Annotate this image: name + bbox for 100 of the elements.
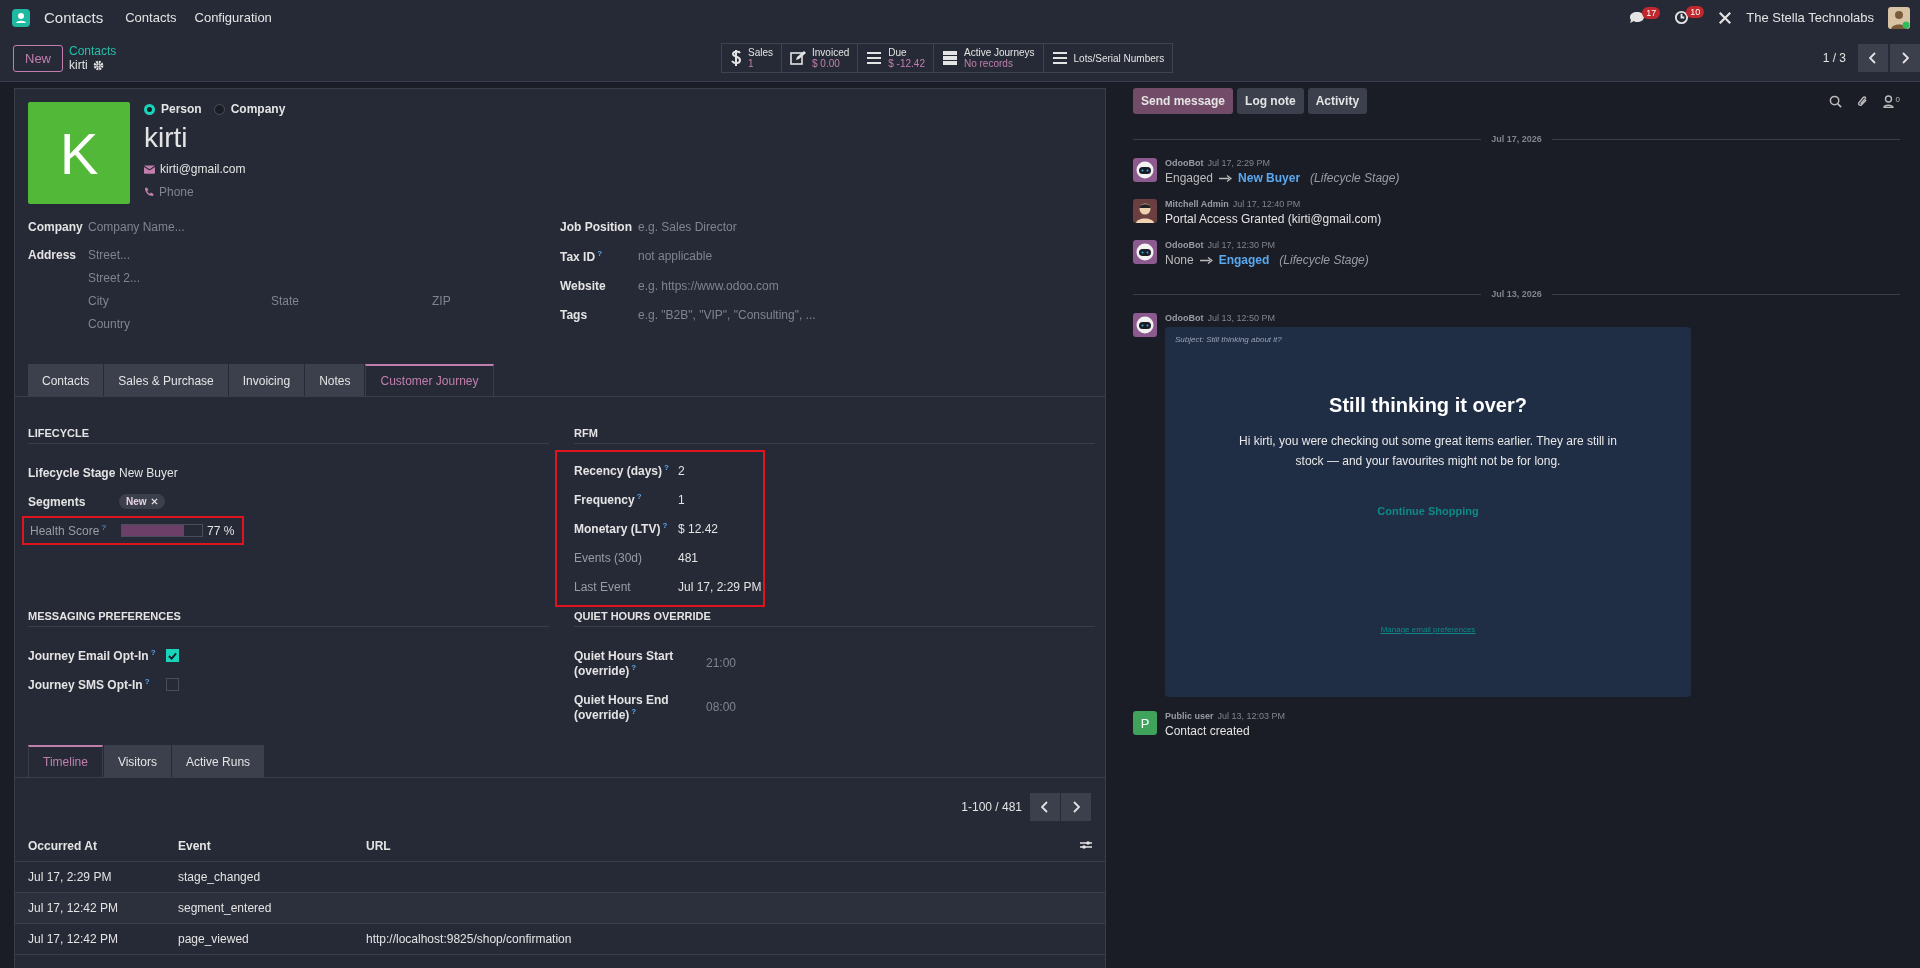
input-field[interactable]: not applicable <box>638 249 713 264</box>
type-radio[interactable]: Person <box>144 102 202 116</box>
smart-button[interactable]: Invoiced $ 0.00 <box>782 44 859 72</box>
company-field[interactable]: Company Name... <box>88 220 185 234</box>
email-body: Hi kirti, you were checking out some great items earlier. They are still in stock — and your favourites might not be for long. <box>1238 433 1618 470</box>
notebook-tab[interactable]: Notes <box>305 364 365 396</box>
remove-icon[interactable] <box>150 498 158 505</box>
city-field[interactable]: City <box>88 294 271 308</box>
chevron-left-icon <box>1041 801 1049 813</box>
dollar-icon <box>730 49 742 67</box>
field-value: $ 12.42 <box>678 521 719 536</box>
smart-button[interactable]: Sales 1 <box>722 44 782 72</box>
section-heading: RFM <box>574 427 1095 444</box>
continue-shopping-link[interactable]: Continue Shopping <box>1377 505 1479 517</box>
table-cell: segment_entered <box>178 901 272 915</box>
manage-preferences-link[interactable]: Manage email preferences <box>1380 625 1476 634</box>
chat-icon[interactable] <box>1629 10 1646 25</box>
clock-icon[interactable] <box>1674 10 1690 25</box>
pager-value: 1 / 3 <box>1822 51 1846 65</box>
smart-button[interactable]: Due $ -12.42 <box>858 44 934 72</box>
menu-item[interactable]: Contacts <box>125 10 177 25</box>
input-field[interactable]: e.g. Sales Director <box>638 220 737 234</box>
sliders-icon[interactable] <box>1080 840 1092 850</box>
field-label: Monetary (LTV)$^{?}$ <box>574 521 669 536</box>
state-field[interactable]: State <box>271 294 432 308</box>
chatter-button[interactable]: Log note <box>1237 88 1304 114</box>
email-field[interactable]: kirti@gmail.com <box>160 162 246 176</box>
pager-value: 1-100 / 481 <box>961 800 1022 814</box>
column-header[interactable]: Event <box>165 831 353 862</box>
field-label: Last Event <box>574 579 632 594</box>
message-author[interactable]: OdooBot <box>1165 240 1204 250</box>
phone-icon <box>144 187 154 197</box>
contact-name[interactable]: kirti <box>144 122 286 154</box>
menu-item[interactable]: Configuration <box>194 10 272 25</box>
notebook-tab[interactable]: Contacts <box>28 364 104 396</box>
phone-field[interactable]: Phone <box>159 185 194 199</box>
checkbox[interactable] <box>166 678 179 691</box>
company-name[interactable]: The Stella Technolabs <box>1746 10 1874 25</box>
new-button[interactable]: New <box>13 44 63 72</box>
activity-count-badge: 10 <box>1686 6 1705 18</box>
field-value: 2 <box>678 463 685 478</box>
input-field[interactable]: e.g. https://www.odoo.com <box>638 279 779 293</box>
search-icon[interactable] <box>1828 94 1842 108</box>
message-time: Jul 13, 12:50 PM <box>1207 313 1276 323</box>
person-icon[interactable] <box>1882 94 1894 108</box>
column-header[interactable]: Occurred At <box>15 831 165 862</box>
type-radio[interactable]: Company <box>213 102 286 116</box>
zip-field[interactable]: ZIP <box>432 294 451 308</box>
table-cell: http://localhost:9825/shop/confirmation <box>366 932 572 946</box>
message-author[interactable]: Public user <box>1165 711 1214 721</box>
notebook-tab[interactable]: Invoicing <box>228 364 305 396</box>
smart-button[interactable]: Active Journeys No records <box>933 44 1044 72</box>
new-value: New Buyer <box>1238 171 1301 185</box>
notebook-tab[interactable]: Visitors <box>103 745 172 777</box>
time-field[interactable]: 08:00 <box>706 700 737 714</box>
message-author[interactable]: OdooBot <box>1165 158 1204 168</box>
notebook-tab[interactable]: Sales & Purchase <box>104 364 228 396</box>
breadcrumb-link[interactable]: Contacts <box>69 44 117 58</box>
arrow-icon <box>1199 256 1213 264</box>
next-button[interactable] <box>1890 44 1920 72</box>
chatter-button[interactable]: Activity <box>1307 88 1368 114</box>
app-name[interactable]: Contacts <box>44 9 104 26</box>
checkbox[interactable] <box>166 649 179 662</box>
message-author[interactable]: OdooBot <box>1165 313 1204 323</box>
section-heading: MESSAGING PREFERENCES <box>28 610 549 627</box>
message-text: Contact created <box>1165 724 1251 738</box>
notebook-tab[interactable]: Timeline <box>28 745 103 777</box>
smart-button[interactable]: Lots/Serial Numbers <box>1043 44 1173 72</box>
next-button[interactable] <box>1061 793 1091 821</box>
field-label: Address <box>28 248 78 264</box>
message-time: Jul 17, 12:30 PM <box>1207 240 1276 250</box>
health-score-value: 77 % <box>207 523 235 538</box>
field-label: Tags <box>560 308 589 322</box>
message-time: Jul 13, 12:03 PM <box>1217 711 1286 721</box>
field-label: Tax ID$^{?}$ <box>560 249 603 264</box>
notebook-tab[interactable]: Active Runs <box>172 745 265 777</box>
tracked-field: (Lifecycle Stage) <box>1310 171 1400 185</box>
street2-field[interactable]: Street 2... <box>88 271 451 285</box>
field-label: Website <box>560 279 607 293</box>
date-separator: Jul 17, 2026 <box>1491 134 1542 144</box>
user-avatar-icon[interactable] <box>1888 6 1910 29</box>
country-field[interactable]: Country <box>88 317 451 331</box>
input-field[interactable]: e.g. "B2B", "VIP", "Consulting", ... <box>638 308 816 322</box>
chatter-button[interactable]: Send message <box>1133 88 1234 114</box>
lifecycle-stage-field[interactable]: New Buyer <box>119 465 178 480</box>
paperclip-icon[interactable] <box>1855 94 1869 108</box>
previous-button[interactable] <box>1858 44 1888 72</box>
street-field[interactable]: Street... <box>88 248 451 262</box>
notebook-tab[interactable]: Customer Journey <box>365 364 494 396</box>
time-field[interactable]: 21:00 <box>706 656 737 670</box>
message-author[interactable]: Mitchell Admin <box>1165 199 1229 209</box>
segment-tag[interactable]: New <box>119 494 165 509</box>
previous-button[interactable] <box>1030 793 1060 821</box>
chevron-right-icon <box>1901 52 1909 64</box>
letter-avatar: P <box>1133 711 1157 735</box>
app-icon[interactable] <box>12 8 30 27</box>
settings-icon[interactable] <box>92 59 104 71</box>
email-heading: Still thinking it over? <box>1329 394 1527 417</box>
column-header[interactable]: URL <box>353 831 999 862</box>
list-icon <box>866 51 883 65</box>
